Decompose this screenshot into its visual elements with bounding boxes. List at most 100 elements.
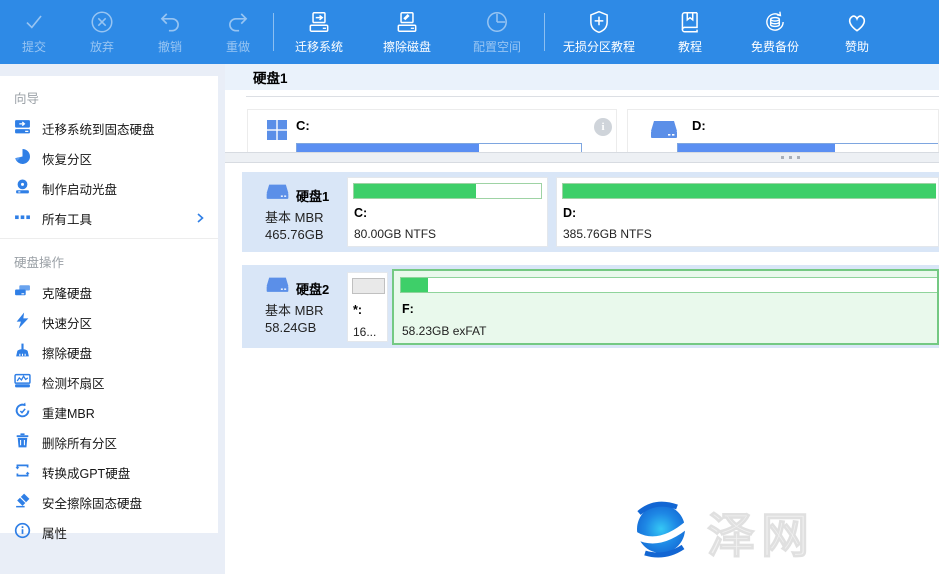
volume-overview-panel: C: i D: (225, 90, 939, 152)
partition-d-info: 385.76GB NTFS (563, 227, 652, 241)
partition-tutorial-label: 无损分区教程 (563, 38, 635, 55)
disk2-info[interactable]: 硬盘2 基本 MBR 58.24GB (242, 265, 347, 348)
lightning-icon (14, 312, 31, 332)
sidebar-item-label: 属性 (42, 523, 67, 542)
discard-circle-x-icon (89, 9, 115, 35)
overview-volume-d-usage-bar (677, 143, 939, 152)
undo-label: 撤销 (158, 38, 182, 55)
overview-volume-c-usage-bar (296, 143, 582, 152)
sidebar-section-wizards: 向导 (0, 80, 218, 113)
hard-disk-icon (264, 276, 291, 301)
allocate-space-icon (484, 9, 510, 35)
watermark-swirl-logo-icon (625, 497, 697, 566)
brush-icon (14, 342, 31, 362)
clone-disk-icon (14, 282, 31, 302)
sidebar-item-label: 检测坏扇区 (42, 373, 105, 392)
sidebar-item-properties[interactable]: 属性 (0, 517, 218, 547)
sidebar-item-clone-disk[interactable]: 克隆硬盘 (0, 277, 218, 307)
partition-c-usage-bar (353, 183, 542, 199)
sidebar-item-rebuild-mbr[interactable]: 重建MBR (0, 397, 218, 427)
partition-d[interactable]: D: 385.76GB NTFS (556, 177, 939, 247)
sidebar-item-label: 所有工具 (42, 209, 92, 228)
disk1-name: 硬盘1 (296, 186, 329, 205)
partition-d-usage-bar (562, 183, 936, 199)
heart-icon (844, 9, 870, 35)
partition-star[interactable]: *: 16... (347, 272, 388, 342)
secure-eraser-icon (14, 492, 31, 512)
sidebar-divider (0, 238, 218, 239)
rebuild-refresh-icon (14, 402, 31, 422)
bad-sector-wave-icon (14, 372, 31, 392)
watermark-text: 泽网 (707, 496, 815, 566)
sidebar-item-all-tools[interactable]: 所有工具 (0, 203, 218, 233)
redo-label: 重做 (226, 38, 250, 55)
disk2-name: 硬盘2 (296, 279, 329, 298)
hard-disk-icon (264, 183, 291, 208)
partition-c[interactable]: C: 80.00GB NTFS (347, 177, 548, 247)
wipe-disk-button[interactable]: 擦除磁盘 (363, 0, 451, 64)
check-icon (21, 9, 47, 35)
sponsor-button[interactable]: 赞助 (822, 0, 892, 64)
discard-button[interactable]: 放弃 (68, 0, 136, 64)
disk1-size: 465.76GB (265, 227, 324, 242)
partition-f-info: 58.23GB exFAT (402, 324, 487, 338)
redo-arrow-icon (225, 9, 251, 35)
disk1-info[interactable]: 硬盘1 基本 MBR 465.76GB (242, 172, 347, 252)
splitter-grip-icon (781, 156, 800, 159)
partition-d-label: D: (563, 206, 576, 220)
sidebar-item-quick-partition[interactable]: 快速分区 (0, 307, 218, 337)
sidebar-item-delete-all-partitions[interactable]: 删除所有分区 (0, 427, 218, 457)
sidebar-item-secure-erase-ssd[interactable]: 安全擦除固态硬盘 (0, 487, 218, 517)
partition-f-usage-bar (400, 277, 937, 293)
sidebar: 向导 迁移系统到固态硬盘 恢复分区 制作启动光盘 所有工具 硬盘操作 克隆硬盘 … (0, 76, 218, 533)
toolbar: 提交 放弃 撤销 重做 迁移系统 擦除磁盘 配置空间 无损分区教程 教程 免费备… (0, 0, 939, 64)
disk-row-2: 硬盘2 基本 MBR 58.24GB *: 16... F: 58.23GB e… (242, 265, 939, 348)
panel-splitter[interactable] (225, 152, 939, 163)
sponsor-label: 赞助 (845, 38, 869, 55)
free-backup-button[interactable]: 免费备份 (728, 0, 822, 64)
tutorial-button[interactable]: 教程 (652, 0, 728, 64)
recover-partition-icon (14, 148, 31, 168)
allocate-space-button[interactable]: 配置空间 (451, 0, 543, 64)
partition-c-info: 80.00GB NTFS (354, 227, 436, 241)
book-icon (677, 9, 703, 35)
toolbar-separator (273, 13, 274, 51)
backup-refresh-icon (762, 9, 788, 35)
sidebar-item-label: 转换成GPT硬盘 (42, 463, 130, 482)
info-icon[interactable]: i (594, 118, 612, 136)
tab-disk1[interactable]: 硬盘1 (253, 67, 288, 87)
toolbar-separator (544, 13, 545, 51)
partition-f-label: F: (402, 302, 414, 316)
sidebar-item-label: 擦除硬盘 (42, 343, 92, 362)
sidebar-item-label: 删除所有分区 (42, 433, 117, 452)
sidebar-item-label: 迁移系统到固态硬盘 (42, 119, 155, 138)
partition-star-label: *: (353, 303, 362, 317)
tutorial-label: 教程 (678, 38, 702, 55)
sidebar-item-convert-gpt[interactable]: 转换成GPT硬盘 (0, 457, 218, 487)
disk-tab-bar: 硬盘1 (225, 64, 939, 90)
disk-row-1: 硬盘1 基本 MBR 465.76GB C: 80.00GB NTFS D: 3… (242, 172, 939, 252)
redo-button[interactable]: 重做 (204, 0, 272, 64)
commit-button[interactable]: 提交 (0, 0, 68, 64)
sidebar-item-label: 恢复分区 (42, 149, 92, 168)
sidebar-item-wipe-hard-drive[interactable]: 擦除硬盘 (0, 337, 218, 367)
undo-button[interactable]: 撤销 (136, 0, 204, 64)
overview-volume-d[interactable]: D: (627, 109, 939, 152)
sidebar-item-recover-partition[interactable]: 恢复分区 (0, 143, 218, 173)
disk1-type-scheme: 基本 MBR (265, 207, 324, 226)
partition-tutorial-button[interactable]: 无损分区教程 (546, 0, 652, 64)
overview-divider (246, 96, 939, 97)
chevron-right-icon (194, 212, 206, 224)
migrate-os-button[interactable]: 迁移系统 (275, 0, 363, 64)
sidebar-item-bootable-media[interactable]: 制作启动光盘 (0, 173, 218, 203)
trash-icon (14, 432, 31, 452)
convert-swap-icon (14, 462, 31, 482)
wipe-disk-icon (394, 9, 420, 35)
sidebar-item-migrate-ssd[interactable]: 迁移系统到固态硬盘 (0, 113, 218, 143)
overview-volume-c-label: C: (296, 118, 310, 133)
overview-volume-c[interactable]: C: i (247, 109, 617, 152)
sidebar-item-check-bad-sectors[interactable]: 检测坏扇区 (0, 367, 218, 397)
partition-f-selected[interactable]: F: 58.23GB exFAT (392, 269, 939, 345)
undo-arrow-icon (157, 9, 183, 35)
partition-star-info: 16... (353, 325, 376, 339)
